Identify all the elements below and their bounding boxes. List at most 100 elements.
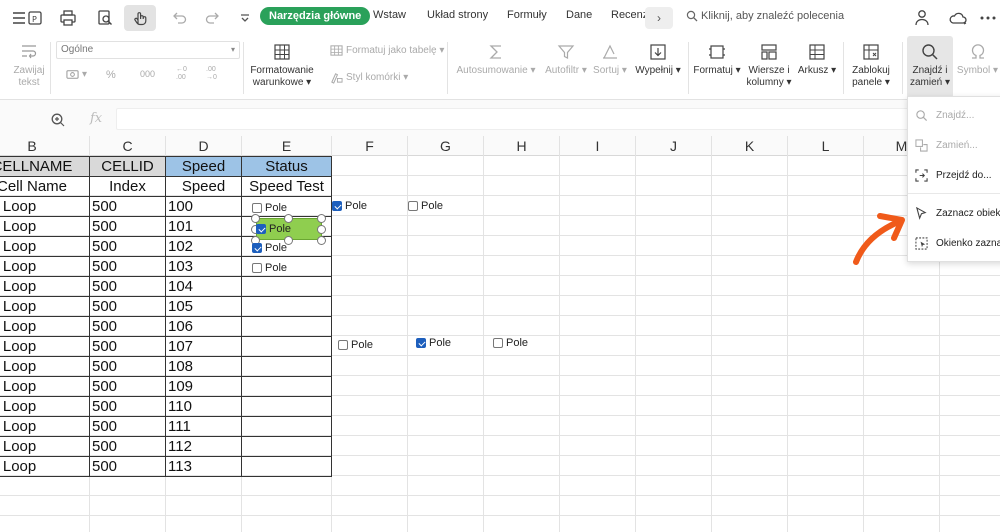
find-and-replace-button[interactable]: Znajdź i zamień ▾: [907, 36, 953, 98]
table-cell[interactable]: 500: [89, 296, 166, 317]
table-cell[interactable]: [241, 296, 332, 317]
menu-item-selection-pane[interactable]: Okienko zaznaczenia: [908, 229, 1000, 257]
column-header[interactable]: D: [166, 136, 242, 156]
table-cell[interactable]: Speed Test: [241, 176, 332, 197]
fx-label[interactable]: fx: [90, 111, 102, 126]
sort-button[interactable]: Sortuj ▾: [591, 42, 629, 77]
table-cell[interactable]: 101: [165, 216, 242, 237]
table-cell[interactable]: CELLID: [89, 156, 166, 177]
form-checkbox[interactable]: Pole: [332, 200, 367, 212]
print-preview-icon[interactable]: [92, 5, 118, 31]
format-button[interactable]: Formatuj ▾: [692, 42, 742, 77]
percent-button[interactable]: %: [106, 69, 116, 81]
column-header[interactable]: J: [636, 136, 712, 156]
table-cell[interactable]: per Loop: [0, 276, 90, 297]
form-checkbox[interactable]: Pole: [493, 337, 528, 349]
table-cell[interactable]: per Loop: [0, 416, 90, 437]
table-cell[interactable]: per Loop: [0, 396, 90, 417]
autosum-button[interactable]: Autosumowanie ▾: [456, 42, 536, 77]
tab-insert[interactable]: Wstaw: [373, 9, 406, 21]
table-cell[interactable]: Cell Name: [0, 176, 90, 197]
table-cell[interactable]: Index: [89, 176, 166, 197]
menu-item-select-objects[interactable]: Zaznacz obiekty: [908, 199, 1000, 227]
symbol-button[interactable]: Symbol ▾: [955, 42, 1000, 77]
tab-page-layout[interactable]: Układ strony: [427, 9, 488, 21]
print-icon[interactable]: [55, 5, 81, 31]
table-cell[interactable]: [241, 276, 332, 297]
table-cell[interactable]: 500: [89, 256, 166, 277]
menu-item-goto[interactable]: Przejdź do...: [908, 161, 1000, 189]
save-icon[interactable]: P: [22, 5, 48, 31]
increase-decimal-button[interactable]: ←0 .00: [176, 66, 187, 82]
table-cell[interactable]: Status: [241, 156, 332, 177]
table-cell[interactable]: 108: [165, 356, 242, 377]
tab-formulas[interactable]: Formuły: [507, 9, 547, 21]
table-cell[interactable]: Speed: [165, 156, 242, 177]
checkbox-unchecked-icon[interactable]: [408, 201, 418, 211]
checkbox-unchecked-icon[interactable]: [338, 340, 348, 350]
more-options-icon[interactable]: [978, 8, 998, 28]
form-checkbox[interactable]: Pole: [408, 200, 443, 212]
table-cell[interactable]: [241, 436, 332, 457]
number-format-select[interactable]: Ogólne ▾: [56, 41, 240, 59]
table-cell[interactable]: 500: [89, 336, 166, 357]
wrap-text-button[interactable]: Zawijaj tekst: [8, 42, 50, 89]
table-cell[interactable]: 102: [165, 236, 242, 257]
table-cell[interactable]: 110: [165, 396, 242, 417]
table-cell[interactable]: per Loop: [0, 356, 90, 377]
column-header[interactable]: C: [90, 136, 166, 156]
column-header[interactable]: B: [0, 136, 90, 156]
table-cell[interactable]: per Loop: [0, 316, 90, 337]
autofilter-button[interactable]: Autofiltr ▾: [541, 42, 591, 77]
table-cell[interactable]: 500: [89, 376, 166, 397]
table-cell[interactable]: 103: [165, 256, 242, 277]
table-cell[interactable]: 500: [89, 316, 166, 337]
table-cell[interactable]: [241, 416, 332, 437]
table-cell[interactable]: [241, 356, 332, 377]
resize-handle[interactable]: [317, 225, 326, 234]
table-cell[interactable]: [241, 396, 332, 417]
table-cell[interactable]: [241, 316, 332, 337]
column-header[interactable]: K: [712, 136, 788, 156]
thousands-separator-button[interactable]: 000: [140, 69, 155, 79]
checkbox-checked-icon[interactable]: [256, 224, 266, 234]
table-cell[interactable]: per Loop: [0, 296, 90, 317]
customize-quick-access-icon[interactable]: [232, 5, 258, 31]
menu-item-find[interactable]: Znajdź...: [908, 101, 1000, 129]
tab-review[interactable]: Recenz: [611, 9, 648, 21]
table-cell[interactable]: 500: [89, 356, 166, 377]
table-cell[interactable]: 500: [89, 196, 166, 217]
more-tabs-button[interactable]: ›: [645, 7, 673, 29]
form-checkbox[interactable]: Pole: [252, 242, 287, 254]
table-cell[interactable]: per Loop: [0, 336, 90, 357]
column-header[interactable]: G: [408, 136, 484, 156]
table-cell[interactable]: 500: [89, 276, 166, 297]
table-cell[interactable]: 100: [165, 196, 242, 217]
checkbox-checked-icon[interactable]: [416, 338, 426, 348]
resize-handle[interactable]: [284, 214, 293, 223]
table-cell[interactable]: 500: [89, 216, 166, 237]
table-cell[interactable]: 500: [89, 436, 166, 457]
zoom-icon[interactable]: [50, 112, 66, 128]
table-cell[interactable]: 500: [89, 456, 166, 477]
table-cell[interactable]: [241, 456, 332, 477]
table-cell[interactable]: per Loop: [0, 216, 90, 237]
column-header[interactable]: E: [242, 136, 332, 156]
undo-icon[interactable]: [166, 5, 192, 31]
checkbox-unchecked-icon[interactable]: [252, 263, 262, 273]
table-cell[interactable]: Speed: [165, 176, 242, 197]
form-checkbox[interactable]: Pole: [416, 337, 451, 349]
redo-icon[interactable]: [200, 5, 226, 31]
column-header[interactable]: I: [560, 136, 636, 156]
checkbox-unchecked-icon[interactable]: [493, 338, 503, 348]
format-as-table-button[interactable]: Formatuj jako tabelę ▾: [330, 44, 444, 57]
form-checkbox[interactable]: Pole: [256, 223, 291, 235]
spreadsheet-grid[interactable]: BCDEFGHIJKLM CELLNAMECELLIDSpeedStatus Ce…: [0, 136, 1000, 532]
conditional-formatting-button[interactable]: Formatowanie warunkowe ▾: [248, 42, 316, 89]
pointer-hand-icon[interactable]: [124, 5, 156, 31]
form-checkbox[interactable]: Pole: [338, 339, 373, 351]
table-cell[interactable]: [241, 336, 332, 357]
currency-format-button[interactable]: ▾: [66, 68, 87, 81]
rows-and-columns-button[interactable]: Wiersze i kolumny ▾: [744, 42, 794, 89]
table-cell[interactable]: 105: [165, 296, 242, 317]
